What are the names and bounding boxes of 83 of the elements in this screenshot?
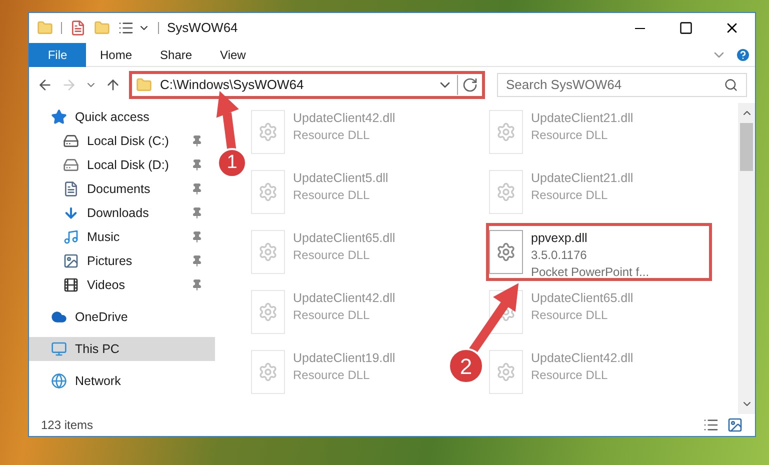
star-icon	[51, 109, 67, 125]
file-detail: Resource DLL	[293, 247, 371, 264]
file-name: UpdateClient19.dll	[293, 350, 396, 367]
file-name: UpdateClient42.dll	[531, 350, 634, 367]
pin-icon[interactable]	[191, 159, 203, 171]
music-note-icon	[63, 229, 79, 245]
nav-item[interactable]: Local Disk (D:)	[29, 153, 215, 177]
scrollbar-thumb[interactable]	[740, 123, 753, 171]
item-count: 123 items	[41, 417, 94, 434]
search-field[interactable]: Search SysWOW64	[497, 73, 747, 97]
folder-icon	[136, 77, 152, 93]
dll-file-icon	[251, 350, 285, 394]
file-detail: Resource DLL	[531, 127, 609, 144]
properties-icon[interactable]	[70, 20, 86, 36]
file-name: ppvexp.dll	[531, 230, 588, 247]
file-item[interactable]: ppvexp.dll 3.5.0.1176 Pocket PowerPoint f...	[486, 223, 712, 281]
address-path: C:\Windows\SysWOW64	[160, 76, 305, 94]
file-detail: Resource DLL	[293, 127, 371, 144]
ribbon-tab[interactable]: File	[29, 42, 86, 66]
file-detail: Resource DLL	[293, 307, 371, 324]
nav-item[interactable]: Pictures	[29, 249, 215, 273]
scrollbar[interactable]	[738, 103, 755, 414]
ribbon-tab[interactable]: View	[206, 42, 260, 66]
large-icons-view-icon[interactable]	[727, 417, 743, 433]
nav-item[interactable]: Music	[29, 225, 215, 249]
pin-icon[interactable]	[191, 231, 203, 243]
file-name: UpdateClient21.dll	[531, 170, 634, 187]
ribbon-tab[interactable]: Home	[86, 42, 146, 66]
dll-file-icon	[251, 290, 285, 334]
file-name: UpdateClient65.dll	[293, 230, 396, 247]
network-icon	[51, 373, 67, 389]
pin-icon[interactable]	[191, 207, 203, 219]
film-icon	[63, 277, 79, 293]
dll-file-icon	[251, 170, 285, 214]
pin-icon[interactable]	[191, 255, 203, 267]
view-options-icon[interactable]	[118, 20, 134, 36]
download-icon	[63, 205, 79, 221]
file-name: UpdateClient5.dll	[293, 170, 388, 187]
file-name: UpdateClient42.dll	[293, 290, 396, 307]
file-name: UpdateClient65.dll	[531, 290, 634, 307]
file-detail: Resource DLL	[293, 187, 371, 204]
dll-file-icon	[489, 350, 523, 394]
file-detail: 3.5.0.1176	[531, 247, 588, 264]
dll-file-icon	[489, 170, 523, 214]
drive-icon	[63, 133, 79, 149]
search-input[interactable]: Search SysWOW64	[506, 75, 724, 95]
up-icon[interactable]	[105, 77, 121, 93]
drive-icon	[63, 157, 79, 173]
maximize-icon	[679, 21, 693, 35]
refresh-icon[interactable]	[462, 77, 478, 93]
file-name: UpdateClient21.dll	[531, 110, 634, 127]
help-icon[interactable]	[735, 46, 751, 62]
nav-item[interactable]: Documents	[29, 177, 215, 201]
search-icon[interactable]	[724, 78, 738, 92]
nav-item[interactable]: OneDrive	[29, 305, 215, 329]
file-name: UpdateClient42.dll	[293, 110, 396, 127]
ribbon-tab[interactable]: Share	[146, 42, 206, 66]
pin-icon[interactable]	[191, 183, 203, 195]
details-view-icon[interactable]	[703, 417, 719, 433]
file-detail: Resource DLL	[531, 367, 609, 384]
nav-item[interactable]: Local Disk (C:)	[29, 129, 215, 153]
monitor-icon	[51, 341, 67, 357]
file-detail: Resource DLL	[531, 307, 609, 324]
nav-item[interactable]: Network	[29, 369, 215, 393]
file-detail: Pocket PowerPoint f...	[531, 264, 650, 281]
document-icon	[63, 181, 79, 197]
nav-item[interactable]: Downloads	[29, 201, 215, 225]
nav-item[interactable]: Quick access	[29, 105, 215, 129]
nav-item[interactable]: Videos	[29, 273, 215, 297]
dll-file-icon	[489, 110, 523, 154]
nav-item[interactable]: This PC	[29, 337, 215, 361]
pin-icon[interactable]	[191, 279, 203, 291]
dll-file-icon	[489, 230, 523, 274]
dll-file-icon	[251, 230, 285, 274]
file-detail: Resource DLL	[531, 187, 609, 204]
cloud-icon	[51, 309, 67, 325]
back-icon[interactable]	[37, 77, 53, 93]
pin-icon[interactable]	[191, 135, 203, 147]
dll-file-icon	[251, 110, 285, 154]
address-bar[interactable]: C:\Windows\SysWOW64	[129, 71, 485, 99]
picture-icon	[63, 253, 79, 269]
file-detail: Resource DLL	[293, 367, 371, 384]
window-title: SysWOW64	[167, 19, 238, 38]
